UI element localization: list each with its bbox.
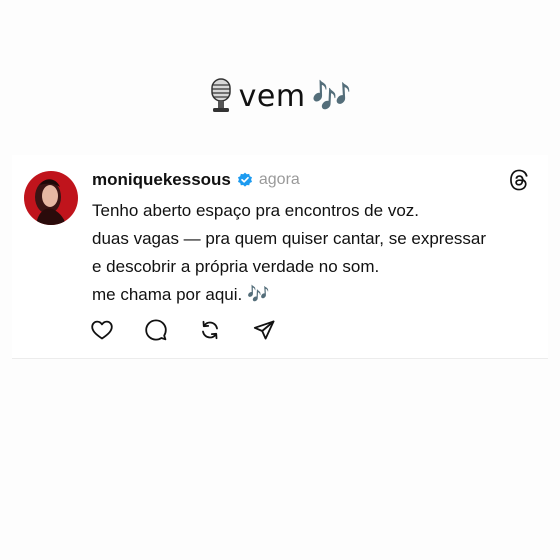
post-line: e descobrir a própria verdade no som. <box>92 257 380 276</box>
headline: vem 🎶 <box>0 74 560 118</box>
threads-post-card: moniquekessous agora Tenho aberto espaço… <box>12 155 548 359</box>
share-icon[interactable] <box>252 318 276 342</box>
post-body: Tenho aberto espaço pra encontros de voz… <box>92 197 542 309</box>
music-notes-icon: 🎶 <box>311 77 352 115</box>
microphone-icon <box>209 78 233 114</box>
post-header: moniquekessous agora <box>92 169 300 191</box>
post-line: me chama por aqui. <box>92 285 243 304</box>
music-notes-icon: 🎶 <box>246 284 270 305</box>
post-time: agora <box>258 171 300 188</box>
post-line: duas vagas — pra quem quiser cantar, se … <box>92 229 487 248</box>
repost-icon[interactable] <box>198 318 222 342</box>
username[interactable]: moniquekessous <box>92 170 231 190</box>
verified-badge-icon <box>237 172 253 188</box>
post-line: Tenho aberto espaço pra encontros de voz… <box>92 201 419 220</box>
threads-logo-icon[interactable] <box>508 169 530 191</box>
avatar[interactable] <box>24 171 78 225</box>
post-line-last: me chama por aqui. 🎶 <box>92 281 542 309</box>
heart-icon[interactable] <box>90 318 114 342</box>
comment-icon[interactable] <box>144 318 168 342</box>
headline-word: vem <box>238 78 306 114</box>
post-actions <box>90 317 276 343</box>
